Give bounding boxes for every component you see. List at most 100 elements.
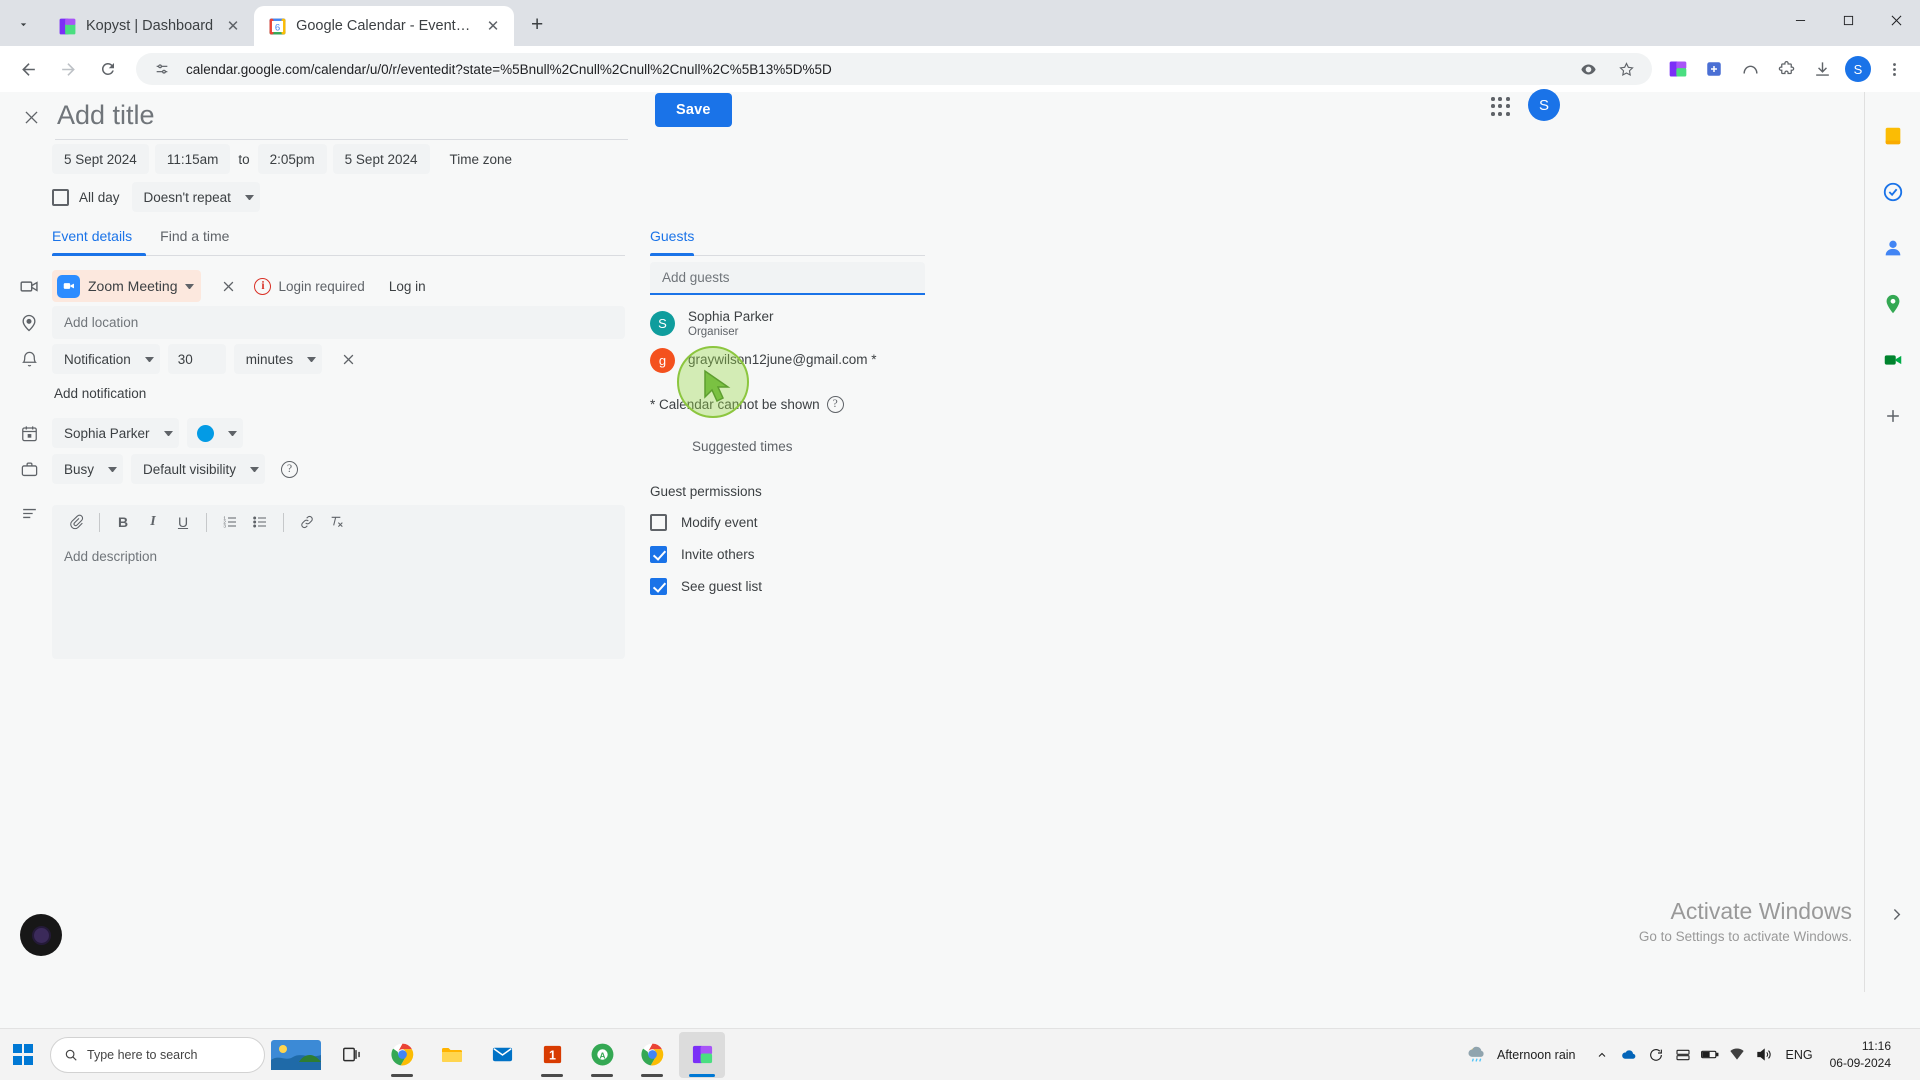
tasks-icon[interactable]: [1873, 172, 1913, 212]
screen-recorder-bubble[interactable]: [20, 914, 62, 956]
conference-login-button[interactable]: Log in: [389, 279, 426, 294]
add-guests-input[interactable]: [650, 262, 925, 295]
taskbar-widget-weather[interactable]: [267, 1032, 325, 1078]
close-event-button[interactable]: [16, 102, 46, 132]
italic-icon[interactable]: I: [139, 509, 167, 535]
repeat-select[interactable]: Doesn't repeat: [131, 182, 260, 212]
extensions-puzzle-icon[interactable]: [1770, 53, 1802, 85]
tray-network-icon[interactable]: [1724, 1035, 1750, 1075]
tray-clock[interactable]: 11:16 06-09-2024: [1822, 1038, 1901, 1070]
underline-icon[interactable]: U: [169, 509, 197, 535]
taskbar-office[interactable]: 1: [529, 1032, 575, 1078]
start-button[interactable]: [0, 1029, 46, 1080]
invite-others-checkbox[interactable]: [650, 545, 667, 563]
see-guest-list-checkbox[interactable]: [650, 577, 667, 595]
add-notification-button[interactable]: Add notification: [48, 382, 152, 405]
location-input[interactable]: [52, 306, 625, 339]
maps-icon[interactable]: [1873, 284, 1913, 324]
show-desktop-button[interactable]: [1902, 1035, 1912, 1075]
tray-volume-icon[interactable]: [1751, 1035, 1777, 1075]
address-bar[interactable]: calendar.google.com/calendar/u/0/r/event…: [136, 53, 1652, 85]
clear-formatting-icon[interactable]: [323, 509, 351, 535]
end-time-button[interactable]: 2:05pm: [257, 144, 327, 174]
visibility-help-icon[interactable]: ?: [281, 460, 299, 478]
remove-notification-button[interactable]: [334, 345, 362, 373]
all-day-checkbox[interactable]: [52, 188, 69, 206]
attach-icon[interactable]: [62, 509, 90, 535]
chrome-menu-icon[interactable]: [1878, 53, 1910, 85]
event-color-select[interactable]: [186, 418, 243, 448]
tray-windows-update-icon[interactable]: [1643, 1035, 1669, 1075]
guest-list-item[interactable]: S Sophia Parker Organiser: [650, 309, 925, 338]
tray-battery-icon[interactable]: [1697, 1035, 1723, 1075]
taskbar-task-view[interactable]: [329, 1032, 375, 1078]
downloads-icon[interactable]: [1806, 53, 1838, 85]
bulleted-list-icon[interactable]: [246, 509, 274, 535]
guest-list-item[interactable]: g graywilson12june@gmail.com *: [650, 347, 925, 373]
taskbar-chrome[interactable]: [379, 1032, 425, 1078]
taskbar-chrome-green[interactable]: A: [579, 1032, 625, 1078]
taskbar-kopyst[interactable]: [679, 1031, 725, 1078]
numbered-list-icon[interactable]: 123: [216, 509, 244, 535]
permission-row-see-guest-list[interactable]: See guest list: [650, 577, 925, 595]
permission-row-invite-others[interactable]: Invite others: [650, 545, 925, 563]
tray-weather[interactable]: Afternoon rain: [1454, 1033, 1588, 1077]
tab-find-a-time[interactable]: Find a time: [146, 228, 243, 255]
contacts-icon[interactable]: [1873, 228, 1913, 268]
expand-rail-icon[interactable]: [1880, 898, 1912, 930]
extension-blue-icon[interactable]: [1698, 53, 1730, 85]
remove-conference-button[interactable]: [214, 272, 242, 300]
extension-arc-icon[interactable]: [1734, 53, 1766, 85]
taskbar-chrome-window[interactable]: [629, 1032, 675, 1078]
bold-icon[interactable]: B: [109, 509, 137, 535]
event-title-input[interactable]: [55, 92, 628, 140]
end-date-button[interactable]: 5 Sept 2024: [332, 144, 430, 174]
start-date-button[interactable]: 5 Sept 2024: [52, 144, 149, 174]
taskbar-file-explorer[interactable]: [429, 1032, 475, 1078]
availability-select[interactable]: Busy: [52, 454, 124, 484]
start-time-button[interactable]: 11:15am: [154, 144, 231, 174]
link-icon[interactable]: [293, 509, 321, 535]
tab-guests[interactable]: Guests: [650, 228, 695, 256]
account-avatar[interactable]: S: [1528, 89, 1560, 121]
reload-button[interactable]: [91, 52, 125, 86]
suggested-times-button[interactable]: Suggested times: [686, 435, 799, 458]
taskbar-search-box[interactable]: Type here to search: [50, 1036, 265, 1073]
tray-expand-icon[interactable]: [1589, 1035, 1615, 1075]
calendar-owner-select[interactable]: Sophia Parker: [52, 418, 179, 448]
tab-close-icon[interactable]: ✕: [482, 15, 504, 37]
close-window-button[interactable]: [1872, 0, 1920, 40]
tray-onedrive-icon[interactable]: [1616, 1035, 1642, 1075]
description-input[interactable]: Add description: [52, 539, 625, 659]
modify-event-checkbox[interactable]: [650, 513, 667, 531]
meet-icon[interactable]: [1873, 340, 1913, 380]
kopyst-extension-icon[interactable]: [1662, 53, 1694, 85]
site-settings-icon[interactable]: [148, 55, 176, 83]
taskbar-mail[interactable]: [479, 1032, 525, 1078]
timezone-button[interactable]: Time zone: [440, 144, 523, 174]
back-button[interactable]: [11, 52, 45, 86]
notification-unit-select[interactable]: minutes: [233, 344, 323, 374]
save-button[interactable]: Save: [655, 93, 732, 127]
tab-search-chevron-icon[interactable]: [6, 7, 40, 41]
browser-tab-kopyst[interactable]: Kopyst | Dashboard ✕: [44, 6, 254, 46]
visibility-select[interactable]: Default visibility: [131, 454, 266, 484]
tab-close-icon[interactable]: ✕: [222, 15, 244, 37]
zoom-meeting-chip[interactable]: Zoom Meeting: [52, 270, 202, 302]
tray-storage-icon[interactable]: [1670, 1035, 1696, 1075]
tracking-protection-icon[interactable]: [1574, 55, 1602, 83]
add-apps-icon[interactable]: [1873, 396, 1913, 436]
notification-amount-input[interactable]: [167, 344, 226, 374]
profile-button[interactable]: S: [1842, 53, 1874, 85]
browser-tab-google-calendar[interactable]: 6 Google Calendar - Event details ✕: [254, 6, 515, 46]
tray-language[interactable]: ENG: [1778, 1048, 1821, 1062]
google-apps-grid-icon[interactable]: [1486, 92, 1516, 122]
new-tab-button[interactable]: +: [522, 10, 552, 40]
forward-button[interactable]: [51, 52, 85, 86]
minimize-button[interactable]: [1776, 0, 1824, 40]
keep-icon[interactable]: [1873, 116, 1913, 156]
bookmark-star-icon[interactable]: [1612, 55, 1640, 83]
calendar-note-help-icon[interactable]: ?: [826, 395, 844, 413]
permission-row-modify-event[interactable]: Modify event: [650, 513, 925, 531]
notification-type-select[interactable]: Notification: [52, 344, 160, 374]
